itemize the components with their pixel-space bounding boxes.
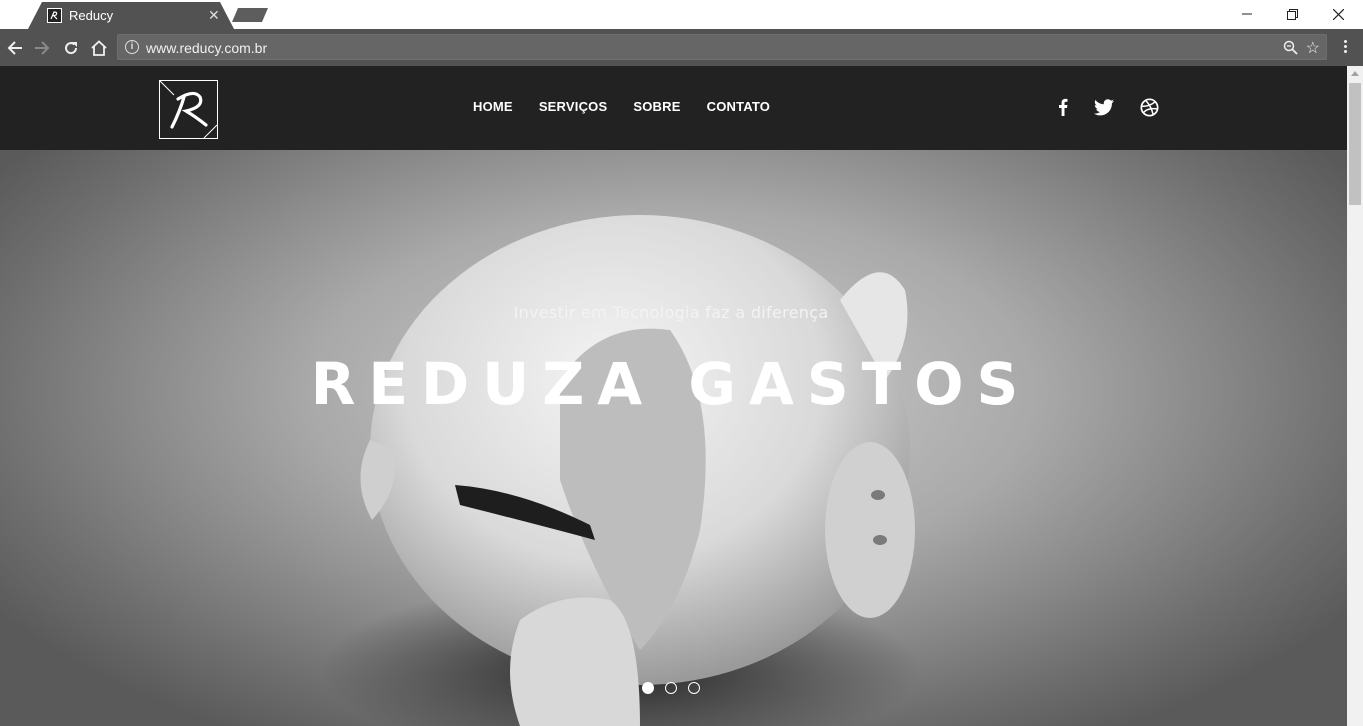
scrollbar-thumb[interactable] <box>1349 83 1361 205</box>
facebook-icon[interactable] <box>1051 96 1075 118</box>
slider-dot-1[interactable] <box>642 682 654 694</box>
home-button[interactable] <box>88 37 110 59</box>
piggy-bank-image <box>320 215 920 726</box>
twitter-icon[interactable] <box>1092 96 1116 118</box>
browser-menu-button[interactable] <box>1338 38 1352 58</box>
scroll-up-arrow-icon[interactable] <box>1351 71 1359 76</box>
url-text[interactable]: www.reducy.com.br <box>146 40 267 56</box>
slider-pagination <box>642 682 700 694</box>
site-info-icon[interactable]: i <box>125 40 139 54</box>
main-nav: HOME SERVIÇOS SOBRE CONTATO <box>473 99 796 114</box>
nav-home[interactable]: HOME <box>473 99 513 114</box>
hero-subtitle: Investir em Tecnologia faz a diferença <box>513 303 829 322</box>
page-scrollbar[interactable] <box>1347 66 1363 726</box>
hero-title: REDUZA GASTOS <box>310 350 1032 418</box>
browser-tab[interactable] <box>28 2 234 29</box>
reload-button[interactable] <box>60 37 82 59</box>
site-header: HOME SERVIÇOS SOBRE CONTATO <box>0 66 1347 150</box>
browser-toolbar: i www.reducy.com.br ☆ <box>0 29 1363 66</box>
dribbble-icon[interactable] <box>1137 96 1161 118</box>
tab-background <box>28 2 234 29</box>
reducy-logo[interactable] <box>159 80 218 139</box>
new-tab-button[interactable] <box>232 8 268 22</box>
minimize-button[interactable] <box>1224 4 1270 24</box>
tab-strip: Reducy ✕ <box>0 0 1363 29</box>
forward-button[interactable] <box>31 37 53 59</box>
tab-close-icon[interactable]: ✕ <box>208 8 220 22</box>
web-page: HOME SERVIÇOS SOBRE CONTATO Investir em … <box>0 66 1347 726</box>
back-button[interactable] <box>4 37 26 59</box>
restore-button[interactable] <box>1269 4 1315 24</box>
slider-dot-3[interactable] <box>688 682 700 694</box>
slider-dot-2[interactable] <box>665 682 677 694</box>
address-bar[interactable]: i www.reducy.com.br ☆ <box>117 34 1327 60</box>
bookmark-star-icon[interactable]: ☆ <box>1306 38 1320 58</box>
zoom-icon[interactable] <box>1283 40 1298 60</box>
close-window-button[interactable] <box>1315 4 1361 24</box>
nav-contato[interactable]: CONTATO <box>707 99 771 114</box>
hero-slider: Investir em Tecnologia faz a diferença R… <box>0 150 1347 726</box>
nav-servicos[interactable]: SERVIÇOS <box>539 99 608 114</box>
nav-sobre[interactable]: SOBRE <box>633 99 680 114</box>
